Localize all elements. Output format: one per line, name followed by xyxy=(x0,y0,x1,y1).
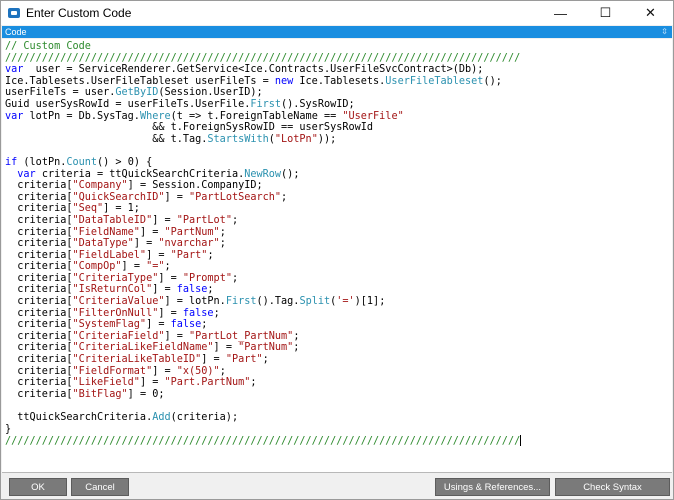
code-line: Ice.Tablesets.UserFileTableset userFileT… xyxy=(5,75,502,87)
code-line: criteria["QuickSearchID"] = "PartLotSear… xyxy=(5,191,288,203)
code-line: criteria["CompOp"] = "="; xyxy=(5,261,171,273)
code-line: } xyxy=(5,423,12,435)
code-line: && t.ForeignSysRowID == userSysRowId xyxy=(5,122,374,134)
code-line: criteria["Seq"] = 1; xyxy=(5,203,140,215)
maximize-icon[interactable]: ☐ xyxy=(583,1,628,25)
code-line: criteria["FieldName"] = "PartNum"; xyxy=(5,226,226,238)
code-panel-title: Code xyxy=(5,27,27,37)
code-line: if (lotPn.Count() > 0) { xyxy=(5,156,153,168)
code-line: criteria["BitFlag"] = 0; xyxy=(5,388,165,400)
text-caret xyxy=(520,435,522,447)
app-icon xyxy=(8,8,20,18)
code-line: criteria["CriteriaLikeFieldName"] = "Par… xyxy=(5,342,300,354)
ok-button[interactable]: OK xyxy=(9,478,67,496)
window-controls: — ☐ ✕ xyxy=(538,1,673,25)
pin-icon[interactable]: ⇳ xyxy=(661,26,668,38)
code-panel-header: Code ⇳ xyxy=(2,26,672,38)
code-line: criteria["IsReturnCol"] = false; xyxy=(5,284,214,296)
window-title: Enter Custom Code xyxy=(26,6,132,20)
code-line: criteria["DataTableID"] = "PartLot"; xyxy=(5,214,239,226)
code-line: criteria["DataType"] = "nvarchar"; xyxy=(5,238,226,250)
custom-code-dialog: Enter Custom Code — ☐ ✕ Code ⇳ // Custom… xyxy=(0,0,674,500)
code-line: criteria["FilterOnNull"] = false; xyxy=(5,307,220,319)
code-line: criteria["CriteriaLikeTableID"] = "Part"… xyxy=(5,354,269,366)
code-line: ttQuickSearchCriteria.Add(criteria); xyxy=(5,412,239,423)
code-line: ////////////////////////////////////////… xyxy=(5,52,521,64)
minimize-icon[interactable]: — xyxy=(538,1,583,25)
title-bar: Enter Custom Code — ☐ ✕ xyxy=(1,1,673,25)
code-line: ////////////////////////////////////////… xyxy=(5,435,522,448)
code-line: Guid userSysRowId = userFileTs.UserFile.… xyxy=(5,98,355,110)
code-line: criteria["CriteriaType"] = "Prompt"; xyxy=(5,272,239,284)
code-line: var user = ServiceRenderer.GetService<Ic… xyxy=(5,64,484,76)
usings-references-button[interactable]: Usings & References... xyxy=(435,478,550,496)
code-line: criteria["FieldLabel"] = "Part"; xyxy=(5,249,214,261)
code-line: criteria["Company"] = Session.CompanyID; xyxy=(5,180,263,192)
code-line: criteria["FieldFormat"] = "x(50)"; xyxy=(5,365,226,377)
close-icon[interactable]: ✕ xyxy=(628,1,673,25)
code-line: criteria["CriteriaField"] = "PartLot_Par… xyxy=(5,330,300,342)
code-line: && t.Tag.StartsWith("LotPn")); xyxy=(5,133,337,145)
code-editor[interactable]: // Custom Code /////////////////////////… xyxy=(2,39,672,473)
code-line: criteria["SystemFlag"] = false; xyxy=(5,319,208,331)
code-line: var criteria = ttQuickSearchCriteria.New… xyxy=(17,168,300,180)
code-line: criteria["CriteriaValue"] = lotPn.First(… xyxy=(5,296,386,308)
code-line: var lotPn = Db.SysTag.Where(t => t.Forei… xyxy=(5,110,404,122)
cancel-button[interactable]: Cancel xyxy=(71,478,129,496)
code-line: userFileTs = user.GetByID(Session.UserID… xyxy=(5,87,263,99)
code-line: // Custom Code xyxy=(5,41,91,52)
code-line: criteria["LikeField"] = "Part.PartNum"; xyxy=(5,377,257,389)
code-text[interactable]: // Custom Code /////////////////////////… xyxy=(5,41,522,448)
check-syntax-button[interactable]: Check Syntax xyxy=(555,478,670,496)
